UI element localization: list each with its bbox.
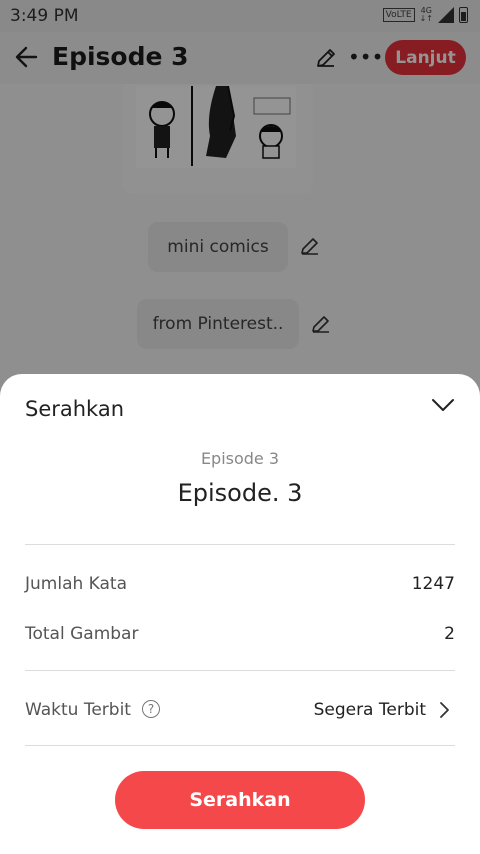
divider	[25, 670, 455, 671]
chevron-down-icon[interactable]	[431, 396, 455, 414]
image-count-value: 2	[444, 624, 455, 644]
image-count-label: Total Gambar	[25, 624, 139, 644]
divider	[25, 544, 455, 545]
episode-title: Episode. 3	[177, 479, 303, 507]
help-icon[interactable]: ?	[142, 700, 160, 718]
word-count-label: Jumlah Kata	[25, 574, 128, 594]
divider	[25, 745, 455, 746]
submit-bottom-sheet: Serahkan Episode 3 Episode. 3 Jumlah Kat…	[0, 374, 480, 854]
submit-button[interactable]: Serahkan	[115, 771, 365, 829]
chevron-right-icon[interactable]	[438, 701, 450, 719]
sheet-title: Serahkan	[25, 397, 125, 421]
publish-time-label: Waktu Terbit	[25, 700, 131, 720]
publish-time-value[interactable]: Segera Terbit	[314, 700, 426, 720]
episode-subtitle: Episode 3	[200, 449, 280, 468]
word-count-value: 1247	[411, 574, 455, 594]
